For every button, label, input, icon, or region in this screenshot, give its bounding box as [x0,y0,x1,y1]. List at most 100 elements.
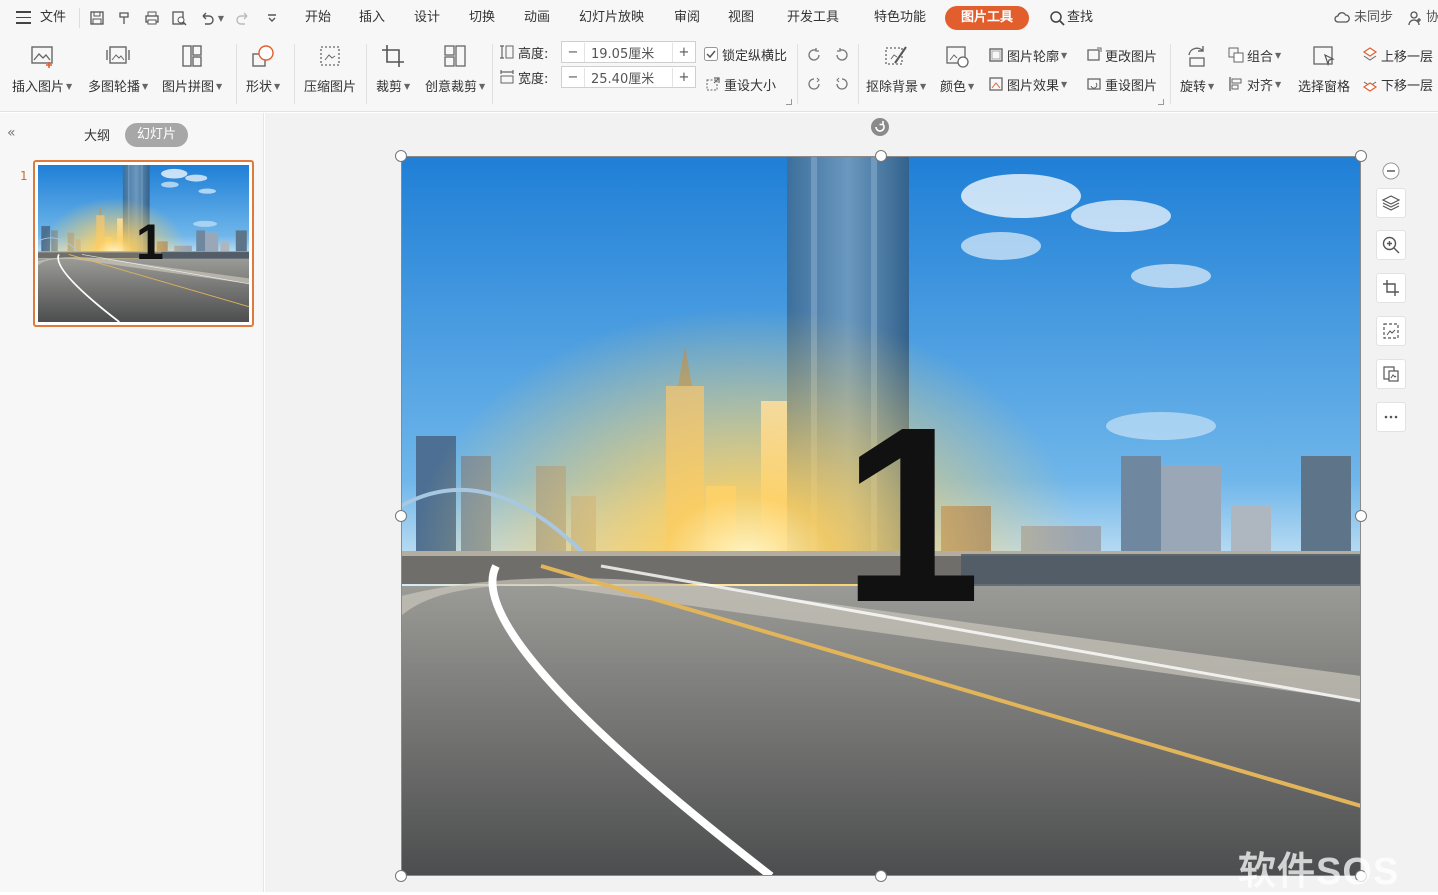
creative-crop-button[interactable]: 创意裁剪 ▼ [425,42,485,95]
slide-number-text[interactable]: 1 [842,390,981,640]
crop-float-icon[interactable] [1376,273,1406,303]
insert-picture-label: 插入图片 [12,80,65,95]
selection-pane-button[interactable]: 选择窗格 [1298,42,1350,95]
collapse-panel-button[interactable]: « [7,125,16,141]
layers-icon[interactable] [1376,188,1406,218]
height-decrease-button[interactable]: − [562,45,584,60]
picture-outline-button[interactable]: 图片轮廓 ▼ [988,44,1067,66]
zoom-in-icon[interactable] [1376,230,1406,260]
shape-button[interactable]: 形状 ▼ [246,42,280,95]
height-increase-button[interactable]: + [673,45,695,60]
collaborate-icon[interactable] [1405,8,1425,28]
reset-picture-button[interactable]: 重设图片 [1086,73,1157,95]
collage-icon [178,42,206,70]
menu-bar: 文件 ▼ 开始 插入 设计 切换 动画 幻灯片放映 审阅 视图 开发工具 特色功… [0,0,1438,36]
menu-icon[interactable] [16,11,31,24]
tab-view[interactable]: 视图 [728,0,754,36]
lock-ratio-checkbox[interactable]: 锁定纵横比 [703,43,787,65]
width-decrease-button[interactable]: − [562,70,584,85]
height-label-group: 高度: [499,41,548,63]
print-icon[interactable] [142,8,162,28]
search-button[interactable]: 查找 [1067,0,1093,36]
collaborate-button[interactable]: 协 [1426,0,1438,36]
multi-carousel-label: 多图轮播 [88,80,141,95]
selection-pane-label: 选择窗格 [1298,80,1351,95]
rotate-button[interactable]: 旋转 ▼ [1180,42,1214,95]
change-picture-button[interactable]: 更改图片 [1086,44,1157,66]
ribbon: 插入图片 ▼ 多图轮播 ▼ 图片拼图 ▼ 形状 ▼ 压缩图片 裁剪 ▼ 创意裁剪 ▼ 高度:… [0,36,1438,112]
height-spinner[interactable]: − 19.05厘米 + [561,41,696,63]
width-spinner[interactable]: − 25.40厘米 + [561,66,696,88]
tab-design[interactable]: 设计 [414,0,440,36]
group-button[interactable]: 组合 ▼ [1228,44,1281,66]
width-input[interactable]: 25.40厘米 [584,67,673,87]
rotation-handle-icon[interactable] [870,117,890,137]
sync-status[interactable]: 未同步 [1354,0,1393,36]
file-menu[interactable]: 文件 [40,0,66,36]
tab-transitions[interactable]: 切换 [469,0,495,36]
resize-handle-top[interactable] [875,150,887,162]
tab-picture-tools[interactable]: 图片工具 [945,6,1029,30]
thumbnail-number: 1 [136,214,164,270]
thumbnail-image: 1 [38,165,249,322]
resize-handle-bottom[interactable] [875,870,887,882]
resize-handle-left[interactable] [395,510,407,522]
flip-horizontal-icon[interactable] [806,73,825,95]
compress-picture-button[interactable]: 压缩图片 [304,42,356,95]
format-painter-icon[interactable] [115,8,135,28]
width-increase-button[interactable]: + [673,70,695,85]
print-preview-icon[interactable] [169,8,189,28]
reset-size-button[interactable]: 重设大小 [705,73,776,95]
save-icon[interactable] [87,8,107,28]
tab-review[interactable]: 审阅 [674,0,700,36]
align-button[interactable]: 对齐 ▼ [1228,73,1281,95]
remove-background-button[interactable]: 抠除背景 ▼ [866,42,926,95]
tab-slides[interactable]: 幻灯片 [125,123,188,147]
reset-size-icon [706,77,720,91]
send-backward-button[interactable]: 下移一层 [1362,73,1433,95]
picture-outline-label: 图片轮廓 [1007,49,1060,65]
flip-vertical-icon[interactable] [834,73,853,95]
shape-icon [249,42,277,70]
multi-carousel-button[interactable]: 多图轮播 ▼ [88,42,148,95]
tab-features[interactable]: 特色功能 [874,0,926,36]
tab-animation[interactable]: 动画 [524,0,550,36]
checkbox-checked-icon [704,47,718,61]
align-label: 对齐 [1247,78,1274,94]
collage-button[interactable]: 图片拼图 ▼ [162,42,222,95]
tab-outline[interactable]: 大纲 [84,125,110,144]
crop-button[interactable]: 裁剪 ▼ [376,42,410,95]
tab-developer[interactable]: 开发工具 [787,0,839,36]
rotate-left-icon[interactable] [806,44,825,66]
insert-picture-button[interactable]: 插入图片 ▼ [12,42,72,95]
customize-toolbar-icon[interactable] [262,8,282,28]
height-input[interactable]: 19.05厘米 [584,42,673,62]
lock-ratio-label: 锁定纵横比 [722,48,788,64]
color-label: 颜色 [940,80,967,95]
tab-home[interactable]: 开始 [305,0,331,36]
picture-to-text-icon[interactable] [1376,359,1406,389]
undo-dropdown-icon[interactable]: ▼ [213,8,227,28]
cloud-sync-icon[interactable] [1332,8,1352,28]
slide-thumbnail[interactable]: 1 [33,160,254,327]
tab-insert[interactable]: 插入 [359,0,385,36]
rotate-right-icon[interactable] [834,44,853,66]
search-icon[interactable] [1047,8,1067,28]
width-label-group: 宽度: [499,66,548,88]
more-options-icon[interactable] [1376,402,1406,432]
resize-handle-right[interactable] [1355,510,1367,522]
resize-handle-top-left[interactable] [395,150,407,162]
picture-effects-button[interactable]: 图片效果 ▼ [988,73,1067,95]
shape-label: 形状 [246,80,273,95]
tab-slideshow[interactable]: 幻灯片放映 [579,0,644,36]
color-button[interactable]: 颜色 ▼ [940,42,974,95]
image-recognize-icon[interactable] [1376,316,1406,346]
size-dialog-launcher[interactable] [786,99,792,105]
bring-forward-label: 上移一层 [1381,49,1434,65]
picture-dialog-launcher[interactable] [1158,99,1164,105]
bring-forward-button[interactable]: 上移一层 [1362,44,1433,66]
resize-handle-top-right[interactable] [1355,150,1367,162]
collapse-float-toolbar-icon[interactable] [1376,156,1406,186]
resize-handle-bottom-left[interactable] [395,870,407,882]
change-picture-icon [1087,47,1102,61]
